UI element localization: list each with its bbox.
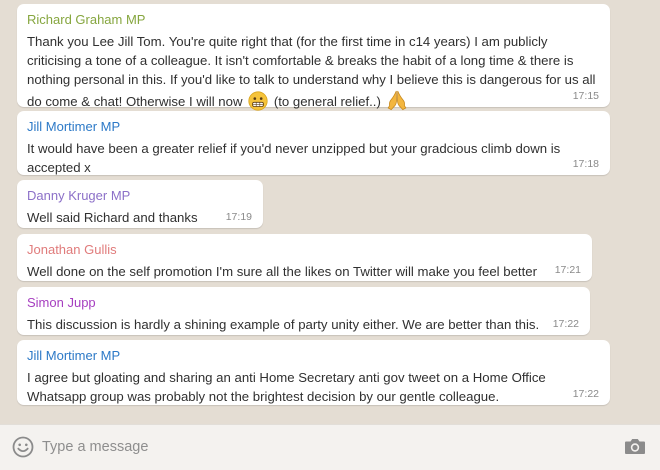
message-time: 17:19 bbox=[225, 211, 252, 223]
message-text: Well done on the self promotion I'm sure… bbox=[27, 264, 537, 279]
message-text: I agree but gloating and sharing an anti… bbox=[27, 370, 546, 404]
message-bubble[interactable]: Richard Graham MP Thank you Lee Jill Tom… bbox=[17, 4, 610, 111]
sender-name[interactable]: Simon Jupp bbox=[27, 295, 580, 311]
sender-name[interactable]: Richard Graham MP bbox=[27, 12, 600, 28]
camera-icon[interactable] bbox=[624, 436, 646, 456]
message-time: 17:22 bbox=[572, 388, 599, 400]
message-bubble[interactable]: Simon Jupp This discussion is hardly a s… bbox=[17, 287, 590, 335]
message-time: 17:22 bbox=[552, 318, 579, 330]
chat-area[interactable]: Richard Graham MP Thank you Lee Jill Tom… bbox=[0, 0, 660, 424]
sender-name[interactable]: Jill Mortimer MP bbox=[27, 119, 600, 135]
message-bubble[interactable]: Jonathan Gullis Well done on the self pr… bbox=[17, 234, 592, 281]
message-text: Well said Richard and thanks bbox=[27, 210, 198, 225]
message-bubble[interactable]: Jill Mortimer MP It would have been a gr… bbox=[17, 111, 610, 175]
message-text: It would have been a greater relief if y… bbox=[27, 141, 561, 175]
message-bubble[interactable]: Jill Mortimer MP I agree but gloating an… bbox=[17, 340, 610, 405]
message-input[interactable] bbox=[42, 434, 602, 460]
message-time: 17:21 bbox=[554, 264, 581, 276]
smiley-icon[interactable] bbox=[11, 435, 35, 459]
sender-name[interactable]: Jill Mortimer MP bbox=[27, 348, 600, 364]
message-time: 17:18 bbox=[572, 158, 599, 170]
message-bubble[interactable]: Danny Kruger MP Well said Richard and th… bbox=[17, 180, 263, 228]
message-time: 17:15 bbox=[572, 90, 599, 102]
message-text: Thank you Lee Jill Tom. You're quite rig… bbox=[27, 32, 600, 116]
message-text: This discussion is hardly a shining exam… bbox=[27, 317, 540, 332]
sender-name[interactable]: Jonathan Gullis bbox=[27, 242, 582, 258]
message-composer bbox=[0, 424, 660, 470]
sender-name[interactable]: Danny Kruger MP bbox=[27, 188, 253, 204]
message-text-part: (to general relief..) bbox=[273, 94, 381, 109]
